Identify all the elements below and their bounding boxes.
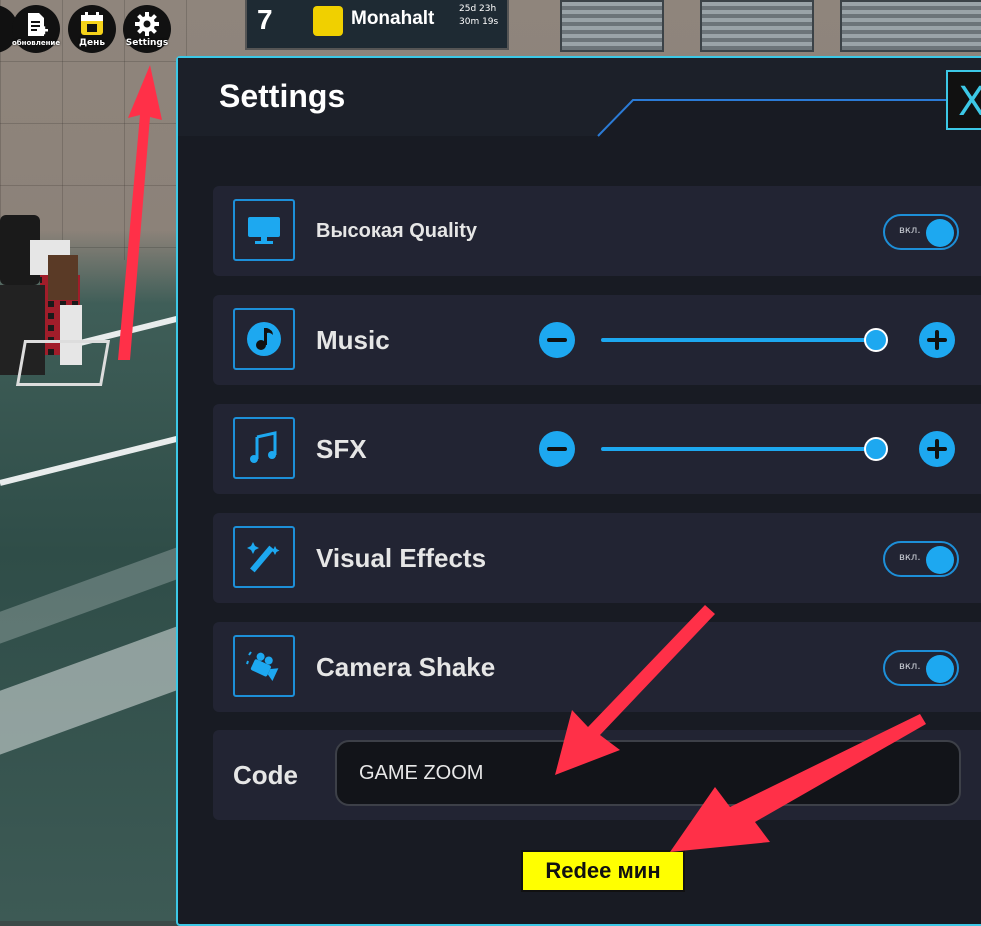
leaderboard-time-line1: 25d 23h [459,4,497,14]
setting-label: Visual Effects [316,543,487,573]
day-button[interactable]: День [68,5,116,53]
leaderboard-rank: 7 [257,4,273,35]
toggle-knob [926,219,954,247]
leaderboard-name: Monahalt [351,8,435,29]
settings-button[interactable]: Settings [123,5,171,53]
visual-effects-toggle[interactable]: вкл. [883,541,959,577]
video-camera-icon [233,635,295,697]
music-slider-track[interactable] [601,338,876,342]
camera-shake-toggle[interactable]: вкл. [883,650,959,686]
music-increase-button[interactable] [919,322,955,358]
toggle-knob [926,546,954,574]
monitor-icon [233,199,295,261]
calendar-icon [81,11,103,35]
setting-row-high-quality: Высокая Quality вкл. [213,186,981,276]
toggle-label: вкл. [899,552,921,563]
document-plus-icon [28,12,48,36]
updates-label: обновление [11,38,61,47]
music-slider-knob[interactable] [864,328,888,352]
code-label: Code [233,760,298,790]
music-disc-icon [233,308,295,370]
music-decrease-button[interactable] [539,322,575,358]
setting-label: Высокая Quality [316,220,478,242]
magic-wand-icon [233,526,295,588]
annotation-arrow-redeem [670,714,926,852]
sfx-slider-track[interactable] [601,447,876,451]
setting-row-music: Music [213,295,981,385]
settings-label: Settings [125,37,169,48]
locker [700,0,814,52]
page-title: Settings [219,78,346,114]
setting-label: Camera Shake [316,652,496,682]
toggle-knob [926,655,954,683]
gear-icon [135,11,159,36]
floor-marker [15,340,111,386]
sfx-slider-knob[interactable] [864,437,888,461]
locker [840,0,981,52]
updates-button[interactable]: обновление [12,5,60,53]
leaderboard-time-line2: 30m 19s [459,17,499,27]
setting-label: Music [316,325,390,355]
sfx-increase-button[interactable] [919,431,955,467]
setting-label: SFX [316,434,367,464]
setting-row-sfx: SFX [213,404,981,494]
player-avatar-icon [313,6,343,36]
leaderboard-card: 7 Monahalt 25d 23h 30m 19s [245,0,509,50]
high-quality-toggle[interactable]: вкл. [883,214,959,250]
close-button[interactable]: X [946,70,981,130]
setting-row-visual-effects: Visual Effects вкл. [213,513,981,603]
music-note-icon [233,417,295,479]
annotation-arrow-settings [118,65,162,360]
toggle-label: вкл. [899,225,921,236]
toggle-label: вкл. [899,661,921,672]
sfx-decrease-button[interactable] [539,431,575,467]
day-label: День [78,37,106,48]
locker [560,0,664,52]
